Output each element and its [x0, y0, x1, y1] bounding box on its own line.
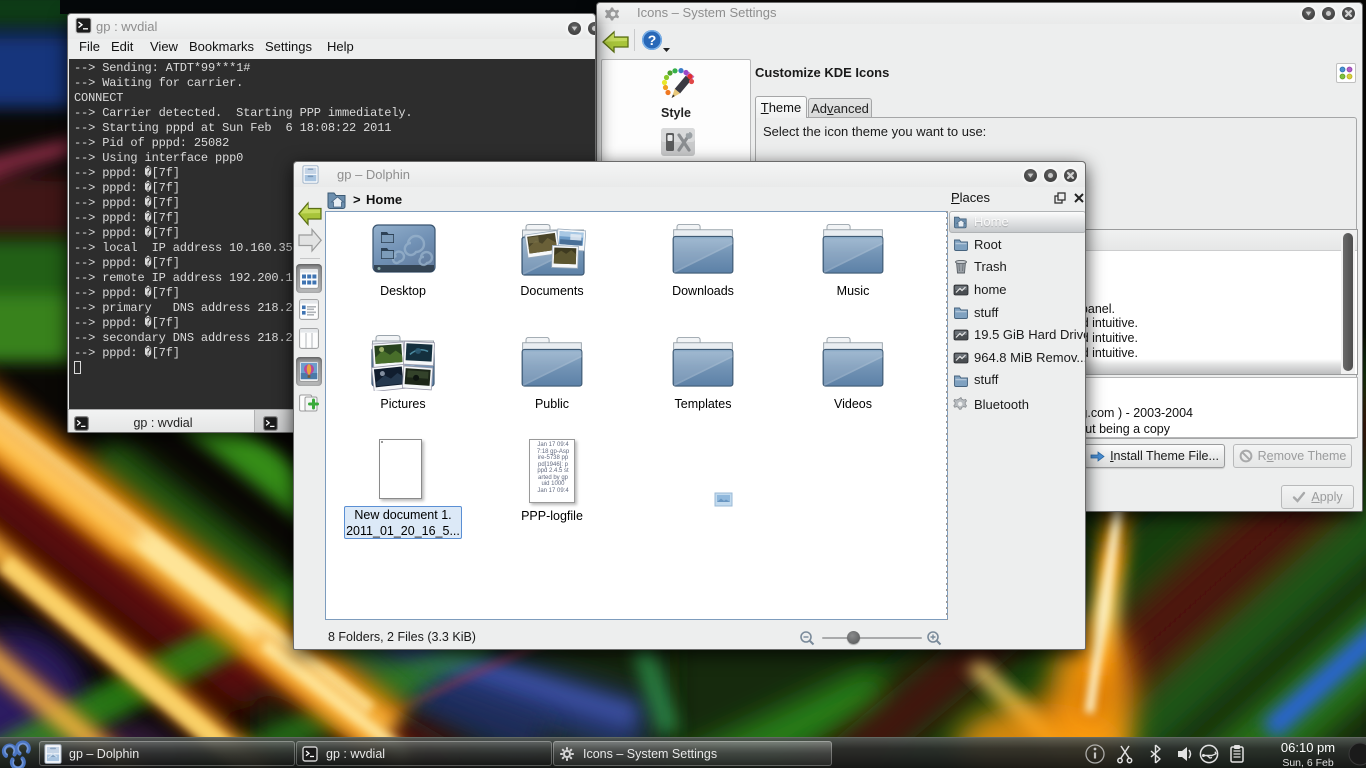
svg-text:?: ?: [648, 32, 657, 48]
